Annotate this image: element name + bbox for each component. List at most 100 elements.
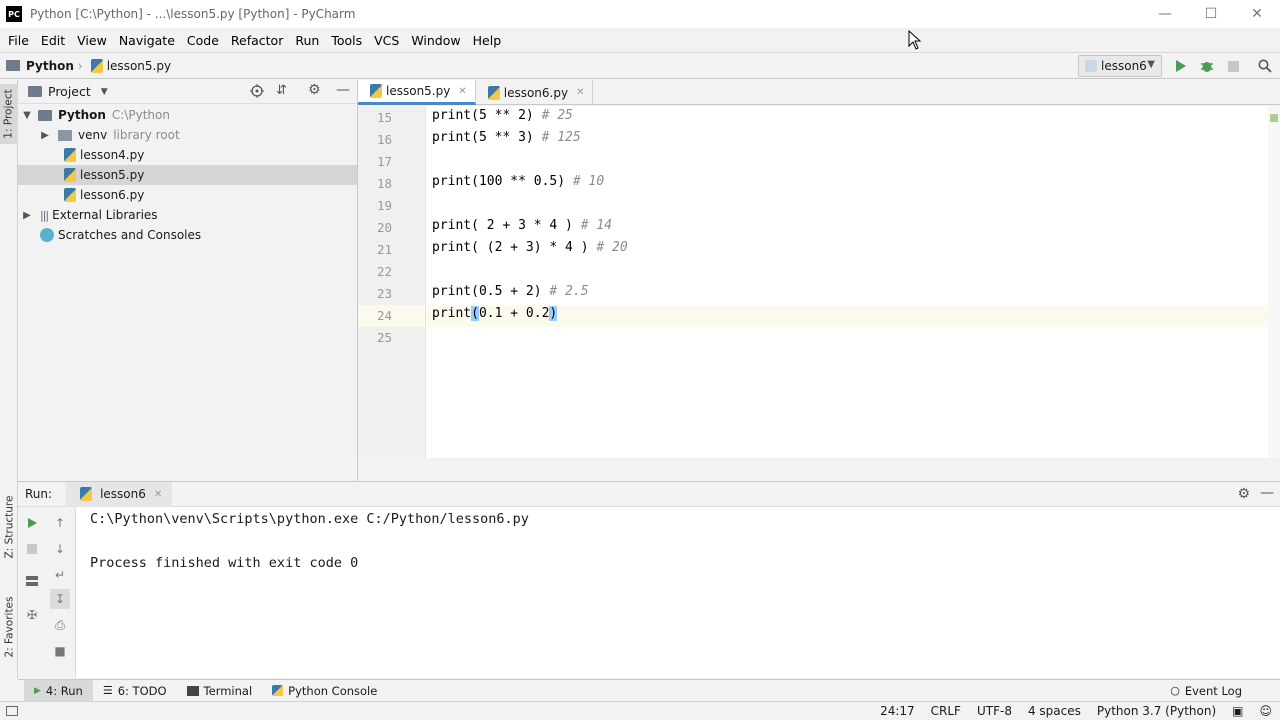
interpreter-select[interactable]: Python 3.7 (Python) bbox=[1089, 704, 1224, 718]
run-icon[interactable] bbox=[1172, 57, 1190, 75]
python-file-icon bbox=[487, 85, 500, 100]
run-tab-lesson6[interactable]: lesson6 ✕ bbox=[66, 481, 173, 507]
menu-code[interactable]: Code bbox=[181, 33, 225, 48]
indent-setting[interactable]: 4 spaces bbox=[1020, 704, 1089, 718]
arrow-down-icon[interactable]: ↓ bbox=[50, 539, 70, 559]
menu-refactor[interactable]: Refactor bbox=[225, 33, 289, 48]
soft-wrap-icon[interactable]: ↵ bbox=[50, 565, 70, 585]
rerun-icon[interactable] bbox=[22, 513, 42, 533]
pin-icon[interactable]: ✠ bbox=[22, 605, 42, 625]
tree-item-lesson5[interactable]: lesson5.py bbox=[18, 165, 357, 185]
minimize-icon[interactable]: — bbox=[1142, 0, 1188, 28]
code-comment: # 14 bbox=[572, 218, 613, 233]
code-text: print( 2 + 3 * 4 ) bbox=[432, 218, 573, 233]
layout-icon[interactable] bbox=[22, 571, 42, 591]
user-icon[interactable]: ☺ bbox=[1251, 704, 1280, 718]
menu-navigate[interactable]: Navigate bbox=[113, 33, 181, 48]
left-tool-strip: 1: Project Z: Structure 2: Favorites bbox=[0, 80, 18, 678]
tab-lesson5[interactable]: lesson5.py ✕ bbox=[358, 80, 476, 105]
close-icon[interactable]: ✕ bbox=[1234, 0, 1280, 28]
maximize-icon[interactable]: ☐ bbox=[1188, 0, 1234, 28]
code-text: print( (2 + 3) * 4 ) bbox=[432, 240, 589, 255]
chevron-right-icon[interactable]: ▶ bbox=[20, 210, 34, 221]
menu-tools[interactable]: Tools bbox=[325, 33, 368, 48]
chevron-right-icon[interactable]: ▶ bbox=[38, 130, 52, 141]
tool-window-label: 4: Run bbox=[45, 683, 83, 698]
tool-window-label: 6: TODO bbox=[117, 683, 167, 698]
folder-icon bbox=[28, 86, 42, 97]
locate-file-icon[interactable] bbox=[250, 84, 264, 101]
line-number: 18 bbox=[376, 176, 392, 191]
file-encoding[interactable]: UTF-8 bbox=[969, 704, 1020, 718]
tool-window-run[interactable]: ▶ 4: Run bbox=[24, 679, 93, 702]
menu-edit[interactable]: Edit bbox=[35, 33, 71, 48]
close-tab-icon[interactable]: ✕ bbox=[458, 86, 466, 97]
structure-tool-tab[interactable]: Z: Structure bbox=[0, 494, 18, 560]
menu-run[interactable]: Run bbox=[289, 33, 325, 48]
caret-position[interactable]: 24:17 bbox=[872, 704, 923, 718]
chevron-down-icon: ▼ bbox=[1147, 59, 1155, 70]
menu-help[interactable]: Help bbox=[467, 33, 508, 48]
tree-item-scratches[interactable]: Scratches and Consoles bbox=[18, 225, 357, 245]
menu-window[interactable]: Window bbox=[405, 33, 466, 48]
search-icon[interactable] bbox=[1256, 57, 1274, 75]
line-number: 20 bbox=[376, 220, 392, 235]
tab-label: lesson5.py bbox=[386, 84, 451, 98]
print-icon[interactable]: ⎙ bbox=[50, 615, 70, 635]
scroll-to-end-icon[interactable]: ↧ bbox=[50, 589, 70, 609]
hide-panel-icon[interactable]: — bbox=[1260, 485, 1274, 501]
tree-item-root[interactable]: ▼ Python C:\Python bbox=[18, 105, 357, 125]
tab-lesson6[interactable]: lesson6.py ✕ bbox=[476, 80, 594, 105]
menu-view[interactable]: View bbox=[71, 33, 113, 48]
tree-item-lesson4[interactable]: lesson4.py bbox=[18, 145, 357, 165]
hide-panel-icon[interactable]: — bbox=[336, 82, 350, 98]
tool-window-todo[interactable]: ☰ 6: TODO bbox=[93, 680, 177, 702]
line-number: 17 bbox=[376, 154, 392, 169]
run-configuration-select[interactable]: lesson6 ▼ bbox=[1078, 55, 1162, 77]
chevron-down-icon[interactable]: ▼ bbox=[20, 110, 34, 121]
file-name: lesson5.py bbox=[80, 168, 145, 182]
stop-icon[interactable] bbox=[1224, 57, 1242, 75]
code-editor[interactable]: print(5 ** 2) # 25 print(5 ** 3) # 125 p… bbox=[426, 106, 1280, 458]
menu-file[interactable]: File bbox=[2, 33, 35, 48]
lock-icon[interactable]: ▣ bbox=[1224, 704, 1251, 718]
editor-scrollbar[interactable] bbox=[1268, 106, 1280, 458]
debug-icon[interactable] bbox=[1198, 57, 1216, 75]
chevron-down-icon: ▼ bbox=[100, 86, 108, 97]
tool-window-event-log[interactable]: ○ Event Log bbox=[1160, 680, 1252, 702]
tool-window-terminal[interactable]: Terminal bbox=[177, 680, 263, 702]
project-view-select[interactable]: Project ▼ bbox=[22, 84, 108, 99]
todo-icon: ☰ bbox=[102, 684, 113, 697]
breadcrumb: Python › lesson5.py bbox=[0, 58, 171, 73]
arrow-up-icon[interactable]: ↑ bbox=[50, 513, 70, 533]
close-tab-icon[interactable]: ✕ bbox=[154, 489, 162, 500]
breadcrumb-file[interactable]: lesson5.py bbox=[107, 59, 171, 73]
favorites-tool-tab[interactable]: 2: Favorites bbox=[0, 592, 18, 662]
gear-icon[interactable]: ⚙ bbox=[308, 82, 321, 98]
code-comment: # 2.5 bbox=[541, 284, 589, 299]
line-number: 24 bbox=[376, 308, 392, 323]
project-tool-tab[interactable]: 1: Project bbox=[0, 84, 18, 144]
trash-icon[interactable]: ■ bbox=[50, 641, 70, 661]
line-number: 23 bbox=[376, 286, 392, 301]
breadcrumb-project[interactable]: Python bbox=[26, 59, 74, 73]
root-folder-path: C:\Python bbox=[111, 108, 170, 122]
code-line: print(5 ** 2) # 25 bbox=[432, 108, 573, 123]
code-comment: # 25 bbox=[533, 108, 573, 123]
tool-window-python-console[interactable]: Python Console bbox=[262, 680, 387, 702]
close-tab-icon[interactable]: ✕ bbox=[576, 87, 584, 98]
venv-folder-name: venv bbox=[78, 128, 108, 142]
toggle-tool-windows-icon[interactable] bbox=[6, 706, 18, 716]
run-console[interactable]: C:\Python\venv\Scripts\python.exe C:/Pyt… bbox=[76, 507, 1280, 678]
collapse-all-icon[interactable]: ⇵ bbox=[276, 83, 287, 98]
gear-icon[interactable]: ⚙ bbox=[1237, 486, 1250, 502]
tree-item-external-libraries[interactable]: ▶ ||| External Libraries bbox=[18, 205, 357, 225]
menu-vcs[interactable]: VCS bbox=[368, 33, 405, 48]
run-tab-label: lesson6 bbox=[100, 487, 146, 501]
tree-item-lesson6[interactable]: lesson6.py bbox=[18, 185, 357, 205]
line-separator[interactable]: CRLF bbox=[923, 704, 969, 718]
project-panel-header: Project ▼ ⇵ ⚙ — bbox=[18, 80, 357, 104]
tree-item-venv[interactable]: ▶ venv library root bbox=[18, 125, 357, 145]
library-icon: ||| bbox=[40, 208, 49, 222]
stop-icon[interactable] bbox=[22, 539, 42, 559]
